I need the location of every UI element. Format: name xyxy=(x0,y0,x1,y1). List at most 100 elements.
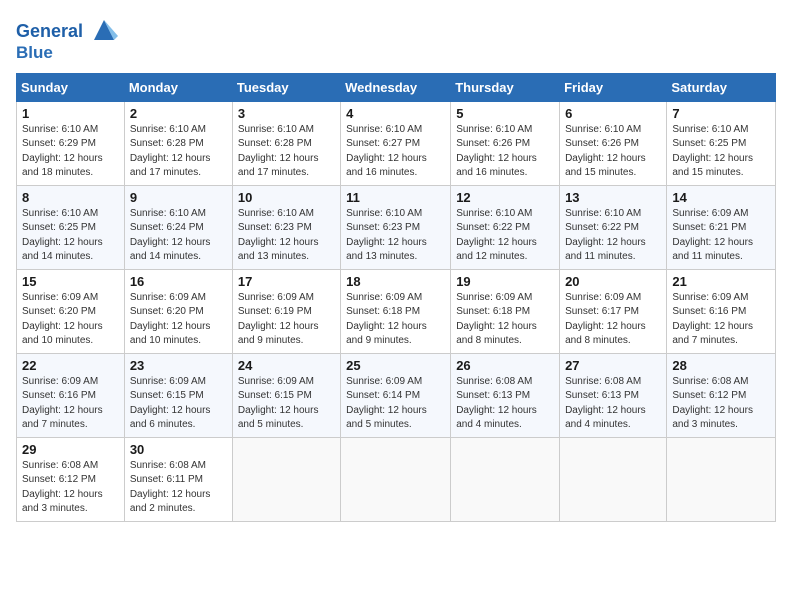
day-cell: 18 Sunrise: 6:09 AMSunset: 6:18 PMDayligh… xyxy=(341,269,451,353)
day-info: Sunrise: 6:09 AMSunset: 6:19 PMDaylight:… xyxy=(238,291,335,349)
day-cell: 17 Sunrise: 6:09 AMSunset: 6:19 PMDayligh… xyxy=(232,269,340,353)
day-cell: 5 Sunrise: 6:10 AMSunset: 6:26 PMDaylight… xyxy=(451,101,560,185)
day-info: Sunrise: 6:08 AMSunset: 6:13 PMDaylight:… xyxy=(565,375,661,433)
day-info: Sunrise: 6:10 AMSunset: 6:25 PMDaylight:… xyxy=(672,123,770,181)
day-cell xyxy=(560,437,667,521)
col-header-friday: Friday xyxy=(560,73,667,101)
calendar-table: SundayMondayTuesdayWednesdayThursdayFrid… xyxy=(16,73,776,522)
day-number: 3 xyxy=(238,106,335,121)
day-info: Sunrise: 6:10 AMSunset: 6:25 PMDaylight:… xyxy=(22,207,119,265)
day-info: Sunrise: 6:09 AMSunset: 6:14 PMDaylight:… xyxy=(346,375,445,433)
day-cell xyxy=(341,437,451,521)
day-cell: 27 Sunrise: 6:08 AMSunset: 6:13 PMDayligh… xyxy=(560,353,667,437)
day-info: Sunrise: 6:09 AMSunset: 6:18 PMDaylight:… xyxy=(346,291,445,349)
col-header-tuesday: Tuesday xyxy=(232,73,340,101)
day-cell: 21 Sunrise: 6:09 AMSunset: 6:16 PMDayligh… xyxy=(667,269,776,353)
day-number: 1 xyxy=(22,106,119,121)
day-info: Sunrise: 6:09 AMSunset: 6:21 PMDaylight:… xyxy=(672,207,770,265)
day-cell xyxy=(667,437,776,521)
col-header-sunday: Sunday xyxy=(17,73,125,101)
day-cell: 20 Sunrise: 6:09 AMSunset: 6:17 PMDayligh… xyxy=(560,269,667,353)
day-number: 26 xyxy=(456,358,554,373)
logo-blue: Blue xyxy=(16,44,118,63)
day-info: Sunrise: 6:08 AMSunset: 6:12 PMDaylight:… xyxy=(672,375,770,433)
day-info: Sunrise: 6:08 AMSunset: 6:11 PMDaylight:… xyxy=(130,459,227,517)
day-cell: 19 Sunrise: 6:09 AMSunset: 6:18 PMDayligh… xyxy=(451,269,560,353)
day-cell: 22 Sunrise: 6:09 AMSunset: 6:16 PMDayligh… xyxy=(17,353,125,437)
day-info: Sunrise: 6:10 AMSunset: 6:28 PMDaylight:… xyxy=(238,123,335,181)
day-cell: 16 Sunrise: 6:09 AMSunset: 6:20 PMDayligh… xyxy=(124,269,232,353)
day-number: 29 xyxy=(22,442,119,457)
day-number: 8 xyxy=(22,190,119,205)
day-number: 30 xyxy=(130,442,227,457)
day-cell: 24 Sunrise: 6:09 AMSunset: 6:15 PMDayligh… xyxy=(232,353,340,437)
day-info: Sunrise: 6:09 AMSunset: 6:15 PMDaylight:… xyxy=(130,375,227,433)
day-number: 22 xyxy=(22,358,119,373)
day-info: Sunrise: 6:10 AMSunset: 6:28 PMDaylight:… xyxy=(130,123,227,181)
day-cell: 9 Sunrise: 6:10 AMSunset: 6:24 PMDaylight… xyxy=(124,185,232,269)
day-cell: 14 Sunrise: 6:09 AMSunset: 6:21 PMDayligh… xyxy=(667,185,776,269)
day-info: Sunrise: 6:08 AMSunset: 6:12 PMDaylight:… xyxy=(22,459,119,517)
day-info: Sunrise: 6:09 AMSunset: 6:20 PMDaylight:… xyxy=(130,291,227,349)
day-number: 16 xyxy=(130,274,227,289)
day-number: 7 xyxy=(672,106,770,121)
day-info: Sunrise: 6:08 AMSunset: 6:13 PMDaylight:… xyxy=(456,375,554,433)
logo-icon xyxy=(90,16,118,44)
day-number: 28 xyxy=(672,358,770,373)
day-number: 19 xyxy=(456,274,554,289)
day-info: Sunrise: 6:10 AMSunset: 6:26 PMDaylight:… xyxy=(565,123,661,181)
day-info: Sunrise: 6:10 AMSunset: 6:22 PMDaylight:… xyxy=(565,207,661,265)
logo-general: General xyxy=(16,21,83,41)
day-number: 21 xyxy=(672,274,770,289)
day-number: 27 xyxy=(565,358,661,373)
day-number: 15 xyxy=(22,274,119,289)
day-number: 25 xyxy=(346,358,445,373)
day-cell: 6Sunrise: 6:10 AMSunset: 6:26 PMDaylight… xyxy=(560,101,667,185)
week-row-2: 8 Sunrise: 6:10 AMSunset: 6:25 PMDaylight… xyxy=(17,185,776,269)
day-cell: 12 Sunrise: 6:10 AMSunset: 6:22 PMDayligh… xyxy=(451,185,560,269)
week-row-3: 15 Sunrise: 6:09 AMSunset: 6:20 PMDayligh… xyxy=(17,269,776,353)
day-cell: 4Sunrise: 6:10 AMSunset: 6:27 PMDaylight… xyxy=(341,101,451,185)
week-row-5: 29 Sunrise: 6:08 AMSunset: 6:12 PMDayligh… xyxy=(17,437,776,521)
day-cell: 3 Sunrise: 6:10 AMSunset: 6:28 PMDaylight… xyxy=(232,101,340,185)
day-info: Sunrise: 6:09 AMSunset: 6:18 PMDaylight:… xyxy=(456,291,554,349)
day-cell: 2Sunrise: 6:10 AMSunset: 6:28 PMDaylight… xyxy=(124,101,232,185)
day-number: 11 xyxy=(346,190,445,205)
col-header-saturday: Saturday xyxy=(667,73,776,101)
day-cell: 7 Sunrise: 6:10 AMSunset: 6:25 PMDaylight… xyxy=(667,101,776,185)
day-number: 14 xyxy=(672,190,770,205)
day-cell: 8 Sunrise: 6:10 AMSunset: 6:25 PMDaylight… xyxy=(17,185,125,269)
day-cell: 28 Sunrise: 6:08 AMSunset: 6:12 PMDayligh… xyxy=(667,353,776,437)
day-number: 13 xyxy=(565,190,661,205)
day-cell: 23 Sunrise: 6:09 AMSunset: 6:15 PMDayligh… xyxy=(124,353,232,437)
day-info: Sunrise: 6:09 AMSunset: 6:20 PMDaylight:… xyxy=(22,291,119,349)
day-info: Sunrise: 6:10 AMSunset: 6:23 PMDaylight:… xyxy=(238,207,335,265)
day-info: Sunrise: 6:09 AMSunset: 6:16 PMDaylight:… xyxy=(22,375,119,433)
day-info: Sunrise: 6:10 AMSunset: 6:29 PMDaylight:… xyxy=(22,123,119,181)
week-row-4: 22 Sunrise: 6:09 AMSunset: 6:16 PMDayligh… xyxy=(17,353,776,437)
day-number: 5 xyxy=(456,106,554,121)
day-number: 12 xyxy=(456,190,554,205)
day-cell xyxy=(232,437,340,521)
day-number: 17 xyxy=(238,274,335,289)
day-info: Sunrise: 6:09 AMSunset: 6:16 PMDaylight:… xyxy=(672,291,770,349)
day-info: Sunrise: 6:10 AMSunset: 6:27 PMDaylight:… xyxy=(346,123,445,181)
day-cell: 25 Sunrise: 6:09 AMSunset: 6:14 PMDayligh… xyxy=(341,353,451,437)
day-info: Sunrise: 6:10 AMSunset: 6:26 PMDaylight:… xyxy=(456,123,554,181)
day-cell xyxy=(451,437,560,521)
day-info: Sunrise: 6:09 AMSunset: 6:17 PMDaylight:… xyxy=(565,291,661,349)
day-info: Sunrise: 6:09 AMSunset: 6:15 PMDaylight:… xyxy=(238,375,335,433)
day-info: Sunrise: 6:10 AMSunset: 6:24 PMDaylight:… xyxy=(130,207,227,265)
logo: General Blue xyxy=(16,20,118,63)
day-cell: 29 Sunrise: 6:08 AMSunset: 6:12 PMDayligh… xyxy=(17,437,125,521)
day-number: 24 xyxy=(238,358,335,373)
day-info: Sunrise: 6:10 AMSunset: 6:22 PMDaylight:… xyxy=(456,207,554,265)
day-number: 18 xyxy=(346,274,445,289)
day-number: 23 xyxy=(130,358,227,373)
day-cell: 1 Sunrise: 6:10 AMSunset: 6:29 PMDaylight… xyxy=(17,101,125,185)
day-cell: 15 Sunrise: 6:09 AMSunset: 6:20 PMDayligh… xyxy=(17,269,125,353)
page-header: General Blue xyxy=(16,16,776,63)
day-number: 9 xyxy=(130,190,227,205)
day-number: 20 xyxy=(565,274,661,289)
day-number: 10 xyxy=(238,190,335,205)
